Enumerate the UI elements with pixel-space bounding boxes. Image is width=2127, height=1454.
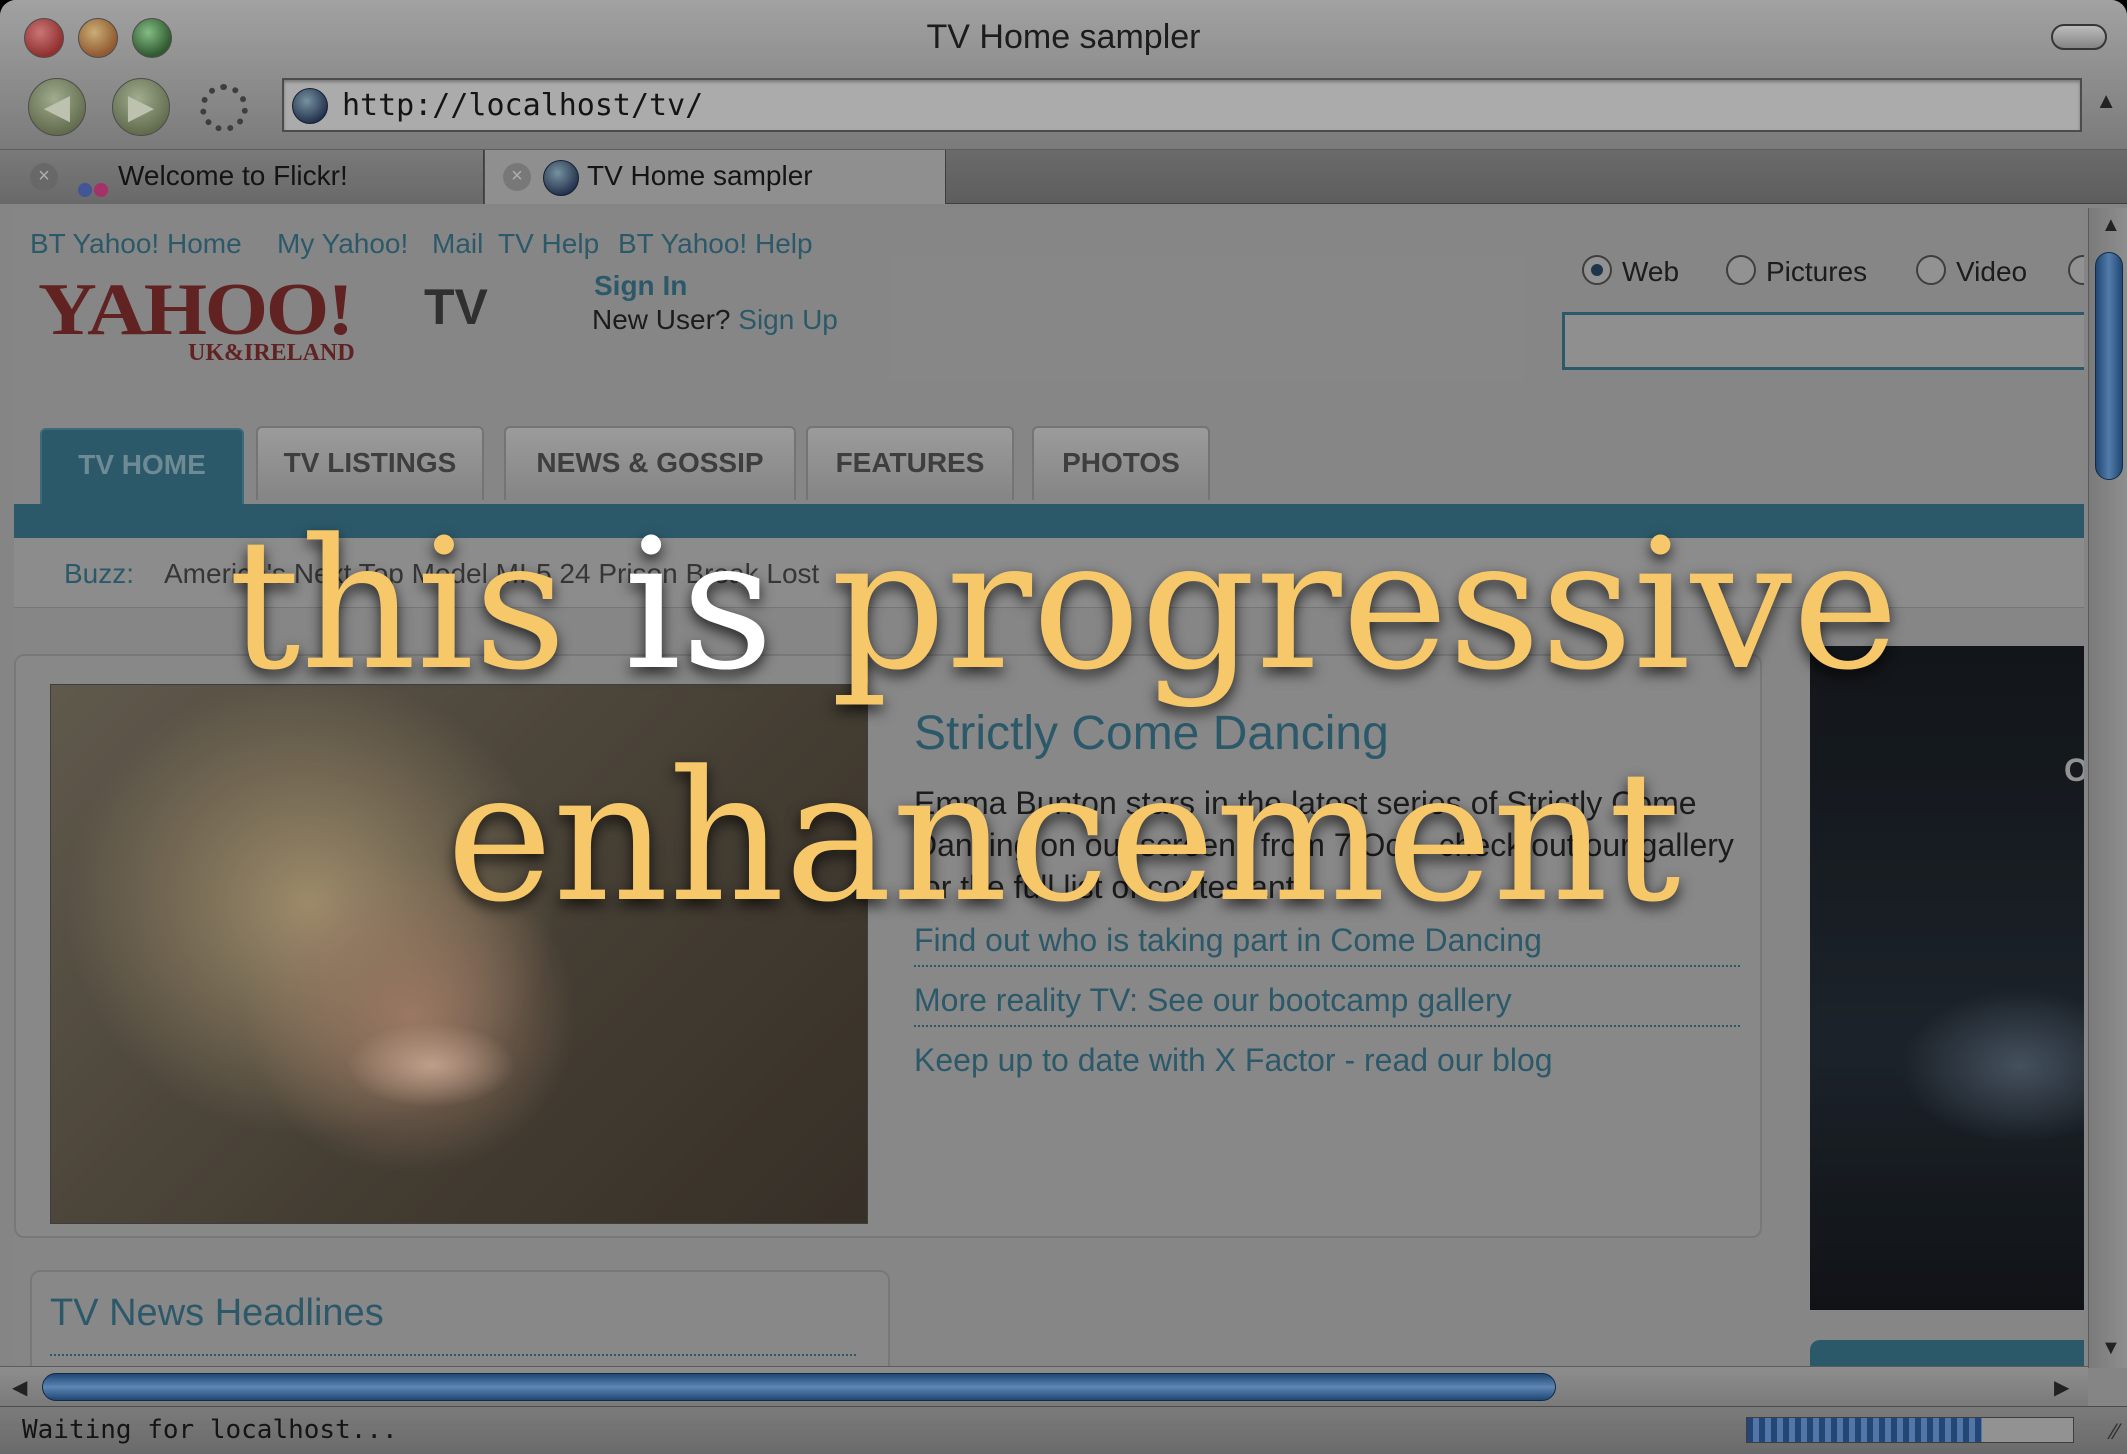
logo-sub: UK&IRELAND [188, 340, 355, 366]
radio-button-icon [1726, 254, 1756, 285]
tab-bar: × Welcome to Flickr! × TV Home sampler [0, 150, 2127, 204]
forward-arrow-icon: ▶ [127, 88, 155, 126]
flickr-favicon-icon [78, 172, 110, 204]
headline-line-2: enhancement [446, 733, 1681, 942]
feature-link[interactable]: More reality TV: See our bootcamp galler… [914, 982, 1740, 1027]
new-user-label: New User? [592, 304, 731, 335]
window-title: TV Home sampler [926, 18, 1201, 56]
radio-pictures[interactable]: Pictures [1726, 254, 1868, 289]
headlines-panel: TV News Headlines [30, 1270, 890, 1366]
resize-grip-icon[interactable]: ⁄⁄ [2112, 1419, 2119, 1445]
browser-window: TV Home sampler ◀ ▶ http://localhost/tv/… [0, 0, 2127, 1454]
forward-button[interactable]: ▶ [112, 78, 170, 136]
radio-more[interactable] [2068, 254, 2084, 289]
divider [50, 1354, 856, 1356]
headline-word: this [228, 501, 624, 710]
logo-section: TV [424, 279, 488, 335]
tab-label: Welcome to Flickr! [118, 160, 348, 191]
radio-label: Pictures [1766, 256, 1868, 287]
tab-close-icon[interactable]: × [503, 163, 531, 191]
status-text: Waiting for localhost... [22, 1415, 398, 1445]
headline-highlight-word: is [623, 501, 774, 710]
yahoo-logo[interactable]: YAHOO! UK&IRELAND [38, 268, 438, 368]
back-button[interactable]: ◀ [28, 78, 86, 136]
page-load-progress [1746, 1417, 2074, 1443]
headline-word: progressive [773, 501, 1899, 710]
ad-panel-header [1810, 1340, 2084, 1366]
tab-flickr[interactable]: × Welcome to Flickr! [0, 150, 484, 204]
radio-web[interactable]: Web [1582, 254, 1680, 289]
scroll-down-icon[interactable]: ▼ [2101, 1337, 2121, 1360]
radio-button-icon [2068, 254, 2084, 285]
tab-tv-home[interactable]: × TV Home sampler [484, 150, 946, 204]
radio-video[interactable]: Video [1916, 254, 2028, 289]
tab-label: TV Home sampler [587, 160, 813, 191]
link-bt-yahoo-help[interactable]: BT Yahoo! Help [618, 228, 813, 260]
new-user-text: New User? Sign Up [592, 304, 838, 336]
tab-tv-listings[interactable]: TV LISTINGS [256, 426, 484, 500]
globe-icon [543, 160, 579, 196]
scroll-right-icon[interactable]: ▶ [2054, 1375, 2069, 1400]
globe-icon [292, 88, 328, 124]
scroll-left-icon[interactable]: ◀ [12, 1375, 27, 1400]
headline-line-1: this is progressive [0, 490, 2127, 722]
address-bar[interactable]: http://localhost/tv/ [282, 78, 2082, 132]
status-bar: Waiting for localhost... ⁄⁄ [0, 1406, 2127, 1454]
link-tv-help[interactable]: TV Help [498, 228, 599, 260]
link-bt-yahoo-home[interactable]: BT Yahoo! Home [30, 228, 242, 260]
horizontal-scrollbar[interactable]: ◀ ▶ [0, 1366, 2088, 1406]
link-mail[interactable]: Mail [432, 228, 483, 260]
radio-button-icon [1582, 254, 1612, 285]
radio-label: Web [1622, 256, 1680, 287]
loading-spinner-icon [200, 84, 248, 132]
title-bar: TV Home sampler ◀ ▶ http://localhost/tv/… [0, 0, 2127, 150]
search-input[interactable] [1562, 312, 2084, 370]
url-dropdown-icon[interactable]: ▲ [2095, 88, 2117, 114]
progress-fill [1747, 1418, 1982, 1442]
horizontal-scroll-thumb[interactable] [42, 1373, 1556, 1401]
tab-features[interactable]: FEATURES [806, 426, 1014, 500]
scroll-up-icon[interactable]: ▲ [2101, 214, 2121, 237]
tab-photos[interactable]: PHOTOS [1032, 426, 1210, 500]
tab-close-icon[interactable]: × [30, 163, 58, 191]
link-my-yahoo[interactable]: My Yahoo! [277, 228, 408, 260]
feature-link[interactable]: Keep up to date with X Factor - read our… [914, 1042, 1740, 1085]
radio-label: Video [1956, 256, 2028, 287]
sign-in-link[interactable]: Sign In [594, 270, 687, 302]
back-arrow-icon: ◀ [43, 88, 71, 126]
toolbar-toggle-button[interactable] [2051, 24, 2107, 50]
tab-news-gossip[interactable]: NEWS & GOSSIP [504, 426, 796, 500]
headlines-title: TV News Headlines [50, 1292, 384, 1334]
vertical-scroll-thumb[interactable] [2095, 252, 2123, 480]
url-text[interactable]: http://localhost/tv/ [342, 88, 703, 123]
sign-up-link[interactable]: Sign Up [738, 304, 838, 335]
slide-headline: this is progressive enhancement [0, 490, 2127, 954]
radio-button-icon [1916, 254, 1946, 285]
